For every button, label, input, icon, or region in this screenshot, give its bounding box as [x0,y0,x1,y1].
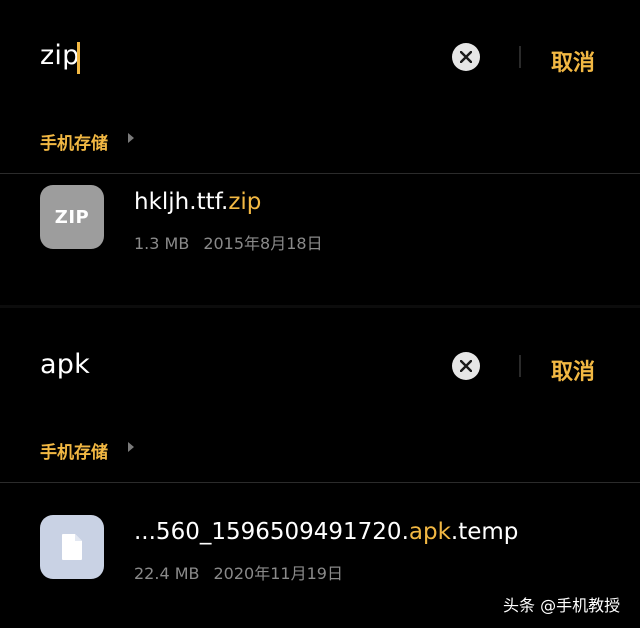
clear-search-button[interactable] [452,352,480,380]
text-cursor [77,42,80,74]
cancel-button[interactable]: 取消 [551,354,595,386]
zip-file-icon: ZIP [40,185,104,249]
file-name-prefix: ...560_1596509491720. [134,519,409,545]
search-panel-apk: apk 取消 手机存储 ...560_1596509491720.apk.tem… [0,308,640,628]
file-size: 1.3 MB [134,234,190,253]
file-size: 22.4 MB [134,564,200,583]
toolbar-divider [519,355,521,377]
file-glyph-icon [62,534,82,560]
close-icon [460,360,472,372]
divider [0,482,640,483]
file-name-match: apk [408,519,451,545]
file-name: hkljh.ttf.zip [134,189,261,215]
breadcrumb-phone-storage[interactable]: 手机存储 [40,129,108,154]
cancel-button[interactable]: 取消 [551,45,595,77]
chevron-right-icon [128,133,134,143]
close-icon [460,51,472,63]
file-date: 2020年11月19日 [213,564,343,583]
breadcrumb-phone-storage[interactable]: 手机存储 [40,438,108,463]
chevron-right-icon [128,442,134,452]
clear-search-button[interactable] [452,43,480,71]
file-name-prefix: hkljh.ttf. [134,189,229,215]
file-name-suffix: .temp [450,519,519,545]
search-input[interactable]: zip [40,40,79,71]
file-meta: 1.3 MB 2015年8月18日 [134,230,323,254]
watermark: 头条 @手机教授 [503,596,621,615]
file-date: 2015年8月18日 [203,234,323,253]
search-panel-zip: zip 取消 手机存储 ZIP hkljh.ttf.zip 1.3 MB 2015… [0,0,640,305]
file-name-match: zip [228,189,262,215]
file-meta: 22.4 MB 2020年11月19日 [134,560,343,584]
search-input[interactable]: apk [40,349,90,380]
zip-icon-label: ZIP [54,206,90,228]
file-name: ...560_1596509491720.apk.temp [134,519,518,545]
divider [0,173,640,174]
toolbar-divider [519,46,521,68]
document-icon [40,515,104,579]
